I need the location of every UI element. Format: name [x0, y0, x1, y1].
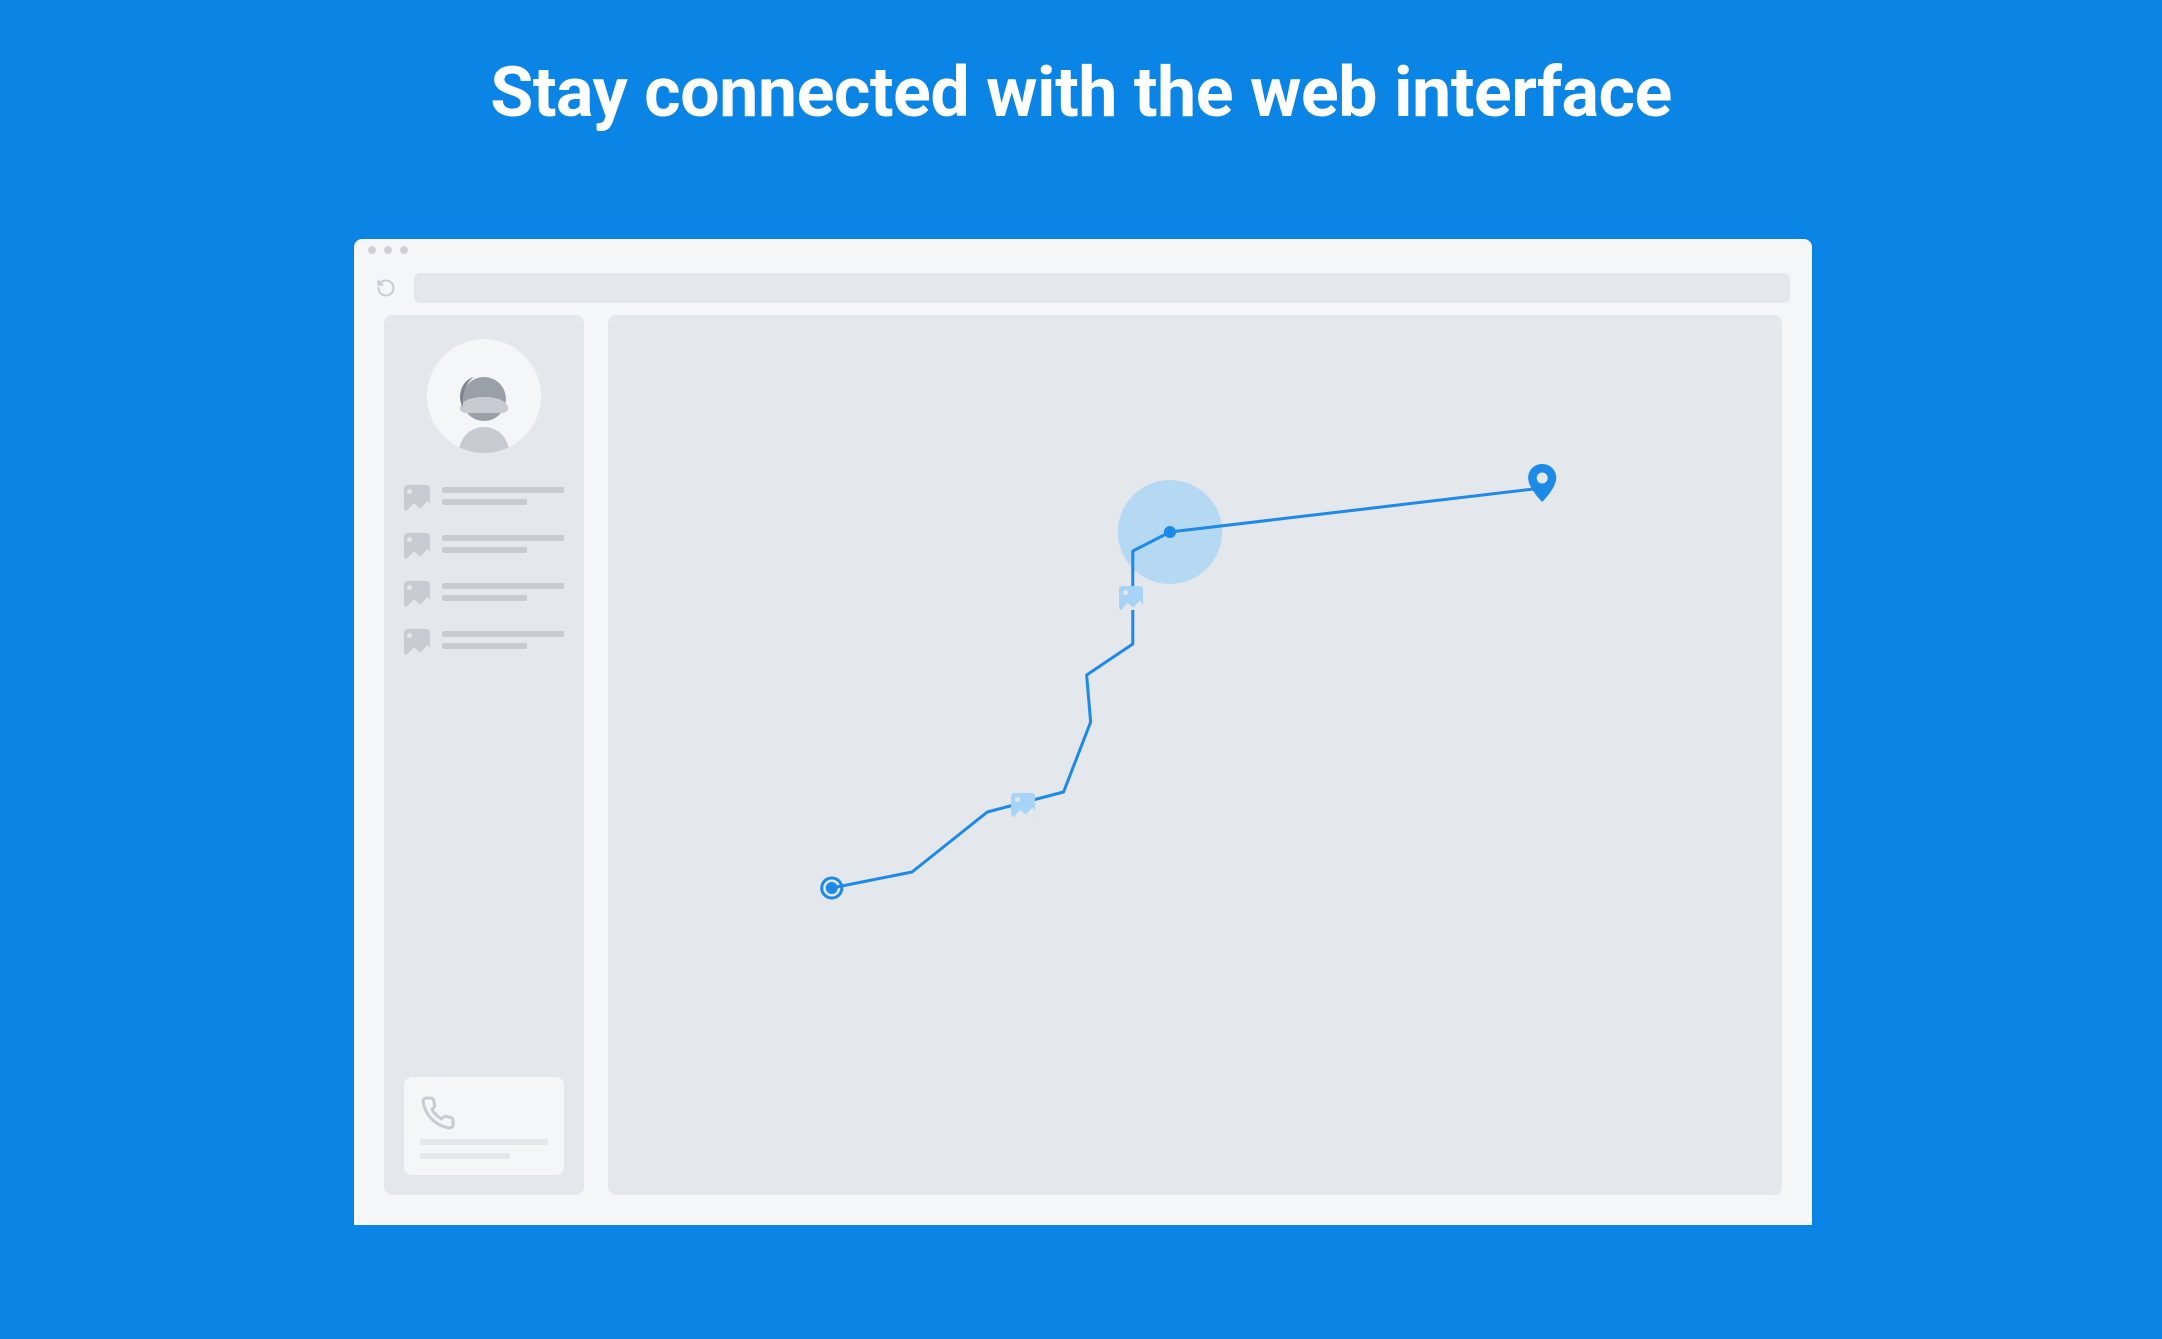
window-dot	[368, 246, 376, 254]
phone-card[interactable]	[404, 1077, 564, 1175]
window-dot	[400, 246, 408, 254]
image-thumb-icon	[404, 533, 430, 559]
list-item[interactable]	[404, 629, 564, 655]
headline: Stay connected with the web interface	[0, 52, 2162, 134]
window-titlebar	[354, 239, 1812, 261]
phone-icon	[420, 1095, 548, 1131]
photo-marker-icon[interactable]	[1011, 793, 1035, 817]
photo-marker-icon[interactable]	[1119, 586, 1143, 610]
list-item-text	[442, 629, 564, 649]
browser-toolbar	[354, 261, 1812, 315]
list-item-text	[442, 533, 564, 553]
sidebar-list	[404, 485, 564, 655]
list-item[interactable]	[404, 533, 564, 559]
map-panel[interactable]	[608, 315, 1782, 1195]
sidebar	[384, 315, 584, 1195]
list-item-text	[442, 485, 564, 505]
image-thumb-icon	[404, 485, 430, 511]
reload-icon[interactable]	[376, 278, 396, 298]
list-item[interactable]	[404, 485, 564, 511]
list-item[interactable]	[404, 581, 564, 607]
map-pin-icon	[1528, 464, 1556, 502]
url-bar[interactable]	[414, 273, 1790, 303]
list-item-text	[442, 581, 564, 601]
avatar[interactable]	[427, 339, 541, 453]
image-thumb-icon	[404, 629, 430, 655]
image-thumb-icon	[404, 581, 430, 607]
browser-window	[354, 239, 1812, 1225]
window-dot	[384, 246, 392, 254]
route-path	[608, 315, 1782, 1195]
